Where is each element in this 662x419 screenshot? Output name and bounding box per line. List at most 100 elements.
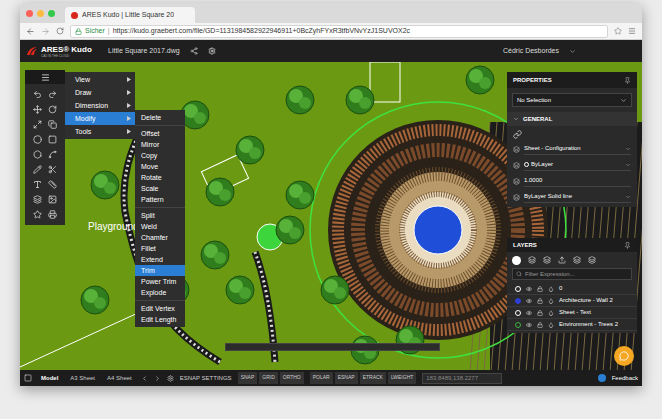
layer-row[interactable]: Sheet - Text: [507, 307, 637, 319]
prev-sheet-icon[interactable]: [141, 375, 148, 382]
layer-row[interactable]: Architecture - Wall 2: [507, 295, 637, 307]
submenu-item[interactable]: Power Trim: [135, 276, 185, 287]
tool-icon[interactable]: [33, 120, 42, 129]
layer-color[interactable]: [515, 286, 521, 292]
tool-icon[interactable]: [48, 210, 57, 219]
back-icon[interactable]: [26, 27, 35, 36]
submenu-item[interactable]: Edit Vertex: [135, 303, 185, 314]
submenu-item[interactable]: Split: [135, 210, 185, 221]
command-line[interactable]: [225, 343, 440, 351]
layer-row[interactable]: 0: [507, 283, 637, 295]
tool-icon[interactable]: [33, 165, 42, 174]
tool-icon[interactable]: [33, 210, 42, 219]
bookmark-icon[interactable]: [614, 27, 622, 35]
toggle-button[interactable]: ESNAP: [335, 372, 358, 384]
layout-icon[interactable]: [24, 374, 32, 382]
tool-icon[interactable]: [33, 180, 42, 189]
submenu-item[interactable]: Rotate: [135, 172, 185, 183]
pin-icon[interactable]: [624, 77, 631, 84]
esnap-icon[interactable]: [167, 375, 174, 382]
submenu-item[interactable]: Extend: [135, 254, 185, 265]
esnap-settings[interactable]: ESNAP SETTINGS: [180, 374, 232, 383]
property-row[interactable]: 1.0000: [507, 175, 637, 187]
toggle-button[interactable]: POLAR: [310, 372, 333, 384]
toggle-button[interactable]: SNAP: [238, 372, 258, 384]
submenu-item[interactable]: Offset: [135, 128, 185, 139]
submenu-item[interactable]: Explode: [135, 287, 185, 298]
forward-icon[interactable]: [41, 27, 50, 36]
lock-icon[interactable]: [537, 322, 543, 328]
tool-icon[interactable]: [48, 120, 57, 129]
submenu-item[interactable]: Delete: [135, 112, 185, 123]
toggle-button[interactable]: ETRACK: [360, 372, 386, 384]
color-icon[interactable]: [548, 322, 554, 328]
tool-icon[interactable]: [48, 105, 57, 114]
tool-icon[interactable]: [48, 195, 57, 204]
submenu-item[interactable]: Move: [135, 161, 185, 172]
menu-item[interactable]: Draw: [65, 86, 135, 99]
menu-item[interactable]: Tools: [65, 125, 135, 138]
submenu-item[interactable]: Mirror: [135, 139, 185, 150]
tool-icon[interactable]: [48, 165, 57, 174]
tool-icon[interactable]: [48, 150, 57, 159]
submenu-item[interactable]: Fillet: [135, 243, 185, 254]
tool-icon[interactable]: [33, 150, 42, 159]
sheet-tab[interactable]: A4 Sheet: [104, 374, 135, 383]
user-menu-icon[interactable]: [569, 48, 576, 55]
toggle-button[interactable]: ORTHO: [280, 372, 304, 384]
submenu-item[interactable]: Edit Length: [135, 314, 185, 325]
lock-icon[interactable]: [537, 298, 543, 304]
property-row[interactable]: ByLayer: [507, 159, 637, 171]
layer-color[interactable]: [515, 310, 521, 316]
drawing-canvas[interactable]: PlaygroundViewDrawDimensionModifyToolsDe…: [20, 62, 642, 370]
menu-item[interactable]: Dimension: [65, 99, 135, 112]
toggle-button[interactable]: LWEIGHT: [388, 372, 416, 384]
share-icon[interactable]: [190, 47, 198, 55]
feedback-link[interactable]: Feedback: [612, 374, 638, 383]
layer-tool-icon[interactable]: [573, 256, 581, 264]
tool-icon[interactable]: [33, 195, 42, 204]
sheet-tab[interactable]: A3 Sheet: [67, 374, 98, 383]
layer-tool-icon[interactable]: [543, 256, 551, 264]
url-field[interactable]: Sicher|https://kudo.graebert.com/file/GD…: [70, 25, 608, 38]
lock-icon[interactable]: [537, 310, 543, 316]
layer-tool-icon[interactable]: [528, 256, 536, 264]
lock-icon[interactable]: [537, 286, 543, 292]
property-row[interactable]: Sheet - Configuration: [507, 143, 637, 155]
close-button[interactable]: [26, 10, 33, 17]
next-sheet-icon[interactable]: [154, 375, 161, 382]
browser-menu-icon[interactable]: [628, 27, 636, 35]
layer-filter[interactable]: Filter Expression...: [512, 268, 632, 280]
section-header[interactable]: GENERAL: [507, 112, 637, 126]
submenu-item[interactable]: Chamfer: [135, 232, 185, 243]
layer-color[interactable]: [515, 322, 521, 328]
minimize-button[interactable]: [37, 10, 44, 17]
layer-color[interactable]: [515, 298, 521, 304]
settings-icon[interactable]: [208, 47, 216, 55]
user-name[interactable]: Cédric Desbordes: [503, 46, 559, 57]
current-layer-color[interactable]: [512, 256, 521, 265]
browser-tab[interactable]: ARES Kudo | Little Square 20: [65, 7, 195, 23]
color-icon[interactable]: [548, 310, 554, 316]
submenu-item[interactable]: Trim: [135, 265, 185, 276]
tool-icon[interactable]: [48, 90, 57, 99]
color-icon[interactable]: [548, 286, 554, 292]
submenu-item[interactable]: Copy: [135, 150, 185, 161]
submenu-item[interactable]: Scale: [135, 183, 185, 194]
pin-icon[interactable]: [624, 242, 631, 249]
toggle-button[interactable]: GRID: [259, 372, 278, 384]
visibility-icon[interactable]: [526, 322, 532, 328]
sheet-tab[interactable]: Model: [38, 374, 61, 383]
layer-tool-icon[interactable]: [558, 256, 566, 264]
link-icon[interactable]: [513, 130, 522, 139]
tool-icon[interactable]: [33, 135, 42, 144]
zoom-button[interactable]: [48, 10, 55, 17]
visibility-icon[interactable]: [526, 298, 532, 304]
layer-row[interactable]: Environment - Trees 2: [507, 319, 637, 331]
tool-icon[interactable]: [48, 180, 57, 189]
tool-icon[interactable]: [33, 90, 42, 99]
reload-icon[interactable]: [56, 27, 64, 35]
submenu-item[interactable]: Pattern: [135, 194, 185, 205]
tool-icon[interactable]: [33, 105, 42, 114]
tool-icon[interactable]: [48, 135, 57, 144]
